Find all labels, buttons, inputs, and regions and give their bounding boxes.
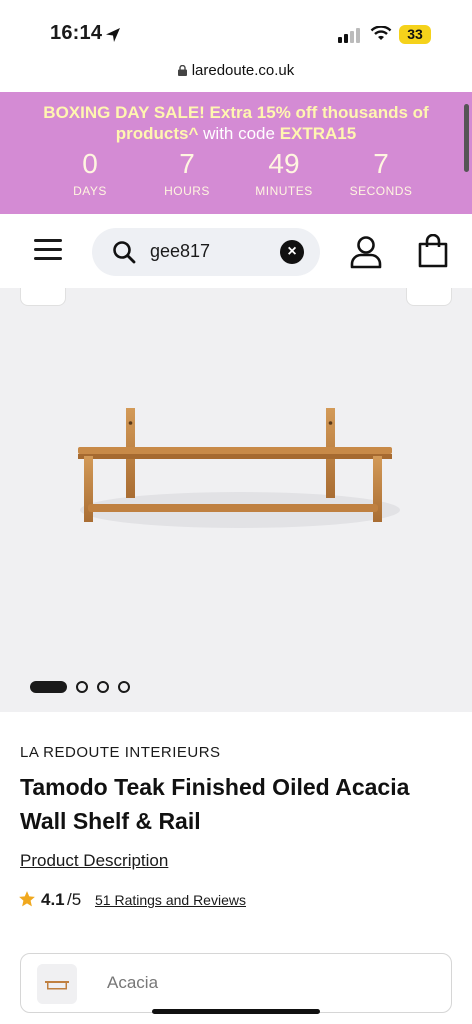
lock-icon: [177, 65, 187, 76]
battery-icon: 33: [399, 25, 431, 44]
promo-with-code: with code: [198, 124, 280, 143]
star-icon: [19, 891, 35, 907]
site-header: gee817 ×: [0, 214, 472, 288]
address-bar[interactable]: laredoute.co.uk: [0, 62, 472, 88]
rating-value: 4.1: [41, 890, 65, 909]
page-scrollbar[interactable]: [464, 104, 469, 172]
gallery-back-button[interactable]: [20, 288, 66, 306]
product-brand[interactable]: LA REDOUTE INTERIEURS: [20, 744, 221, 761]
product-title: Tamodo Teak Finished Oiled Acacia Wall S…: [20, 774, 410, 834]
promo-code: EXTRA15: [279, 124, 357, 143]
reviews-link[interactable]: 51 Ratings and Reviews: [95, 892, 246, 908]
home-indicator: [152, 1009, 320, 1014]
location-arrow-icon: [106, 28, 120, 42]
countdown-minutes: 49 MINUTES: [255, 148, 313, 198]
url-text: laredoute.co.uk: [191, 62, 295, 79]
gallery-dot[interactable]: [76, 681, 88, 693]
product-gallery[interactable]: [0, 288, 472, 712]
gallery-dot-active[interactable]: [30, 681, 67, 693]
gallery-dot[interactable]: [118, 681, 130, 693]
variant-thumbnail: [37, 964, 77, 1004]
variant-label: Acacia: [107, 973, 159, 992]
promo-products: products^: [115, 124, 199, 143]
rating-max: /5: [67, 890, 82, 909]
promo-headline: BOXING DAY SALE! Extra 15% off thousands…: [43, 103, 429, 122]
wifi-icon: [370, 26, 392, 40]
gallery-dot[interactable]: [97, 681, 109, 693]
signal-icon: [338, 28, 360, 43]
gallery-expand-button[interactable]: [406, 288, 452, 306]
promo-subline: products^ with code EXTRA15: [0, 124, 472, 144]
status-time: 16:14: [50, 22, 103, 44]
wall-shelf-rail-photo[interactable]: [70, 398, 404, 534]
account-icon[interactable]: [350, 235, 382, 269]
search-bar[interactable]: gee817 ×: [92, 228, 320, 276]
countdown-timer: 0 DAYS 7 HOURS 49 MINUTES 7 SECONDS: [0, 148, 472, 208]
variant-selector[interactable]: Acacia: [20, 953, 452, 1013]
countdown-seconds: 7 SECONDS: [349, 148, 413, 198]
promo-banner[interactable]: BOXING DAY SALE! Extra 15% off thousands…: [0, 92, 472, 214]
countdown-hours: 7 HOURS: [164, 148, 210, 198]
bag-icon[interactable]: [417, 234, 449, 268]
countdown-days: 0 DAYS: [73, 148, 107, 198]
clear-icon[interactable]: ×: [280, 240, 304, 264]
search-icon[interactable]: [112, 240, 136, 264]
search-input[interactable]: gee817: [150, 241, 210, 262]
menu-icon[interactable]: [34, 238, 62, 262]
status-bar: 16:14 33: [0, 0, 472, 60]
product-description-link[interactable]: Product Description: [20, 851, 168, 871]
